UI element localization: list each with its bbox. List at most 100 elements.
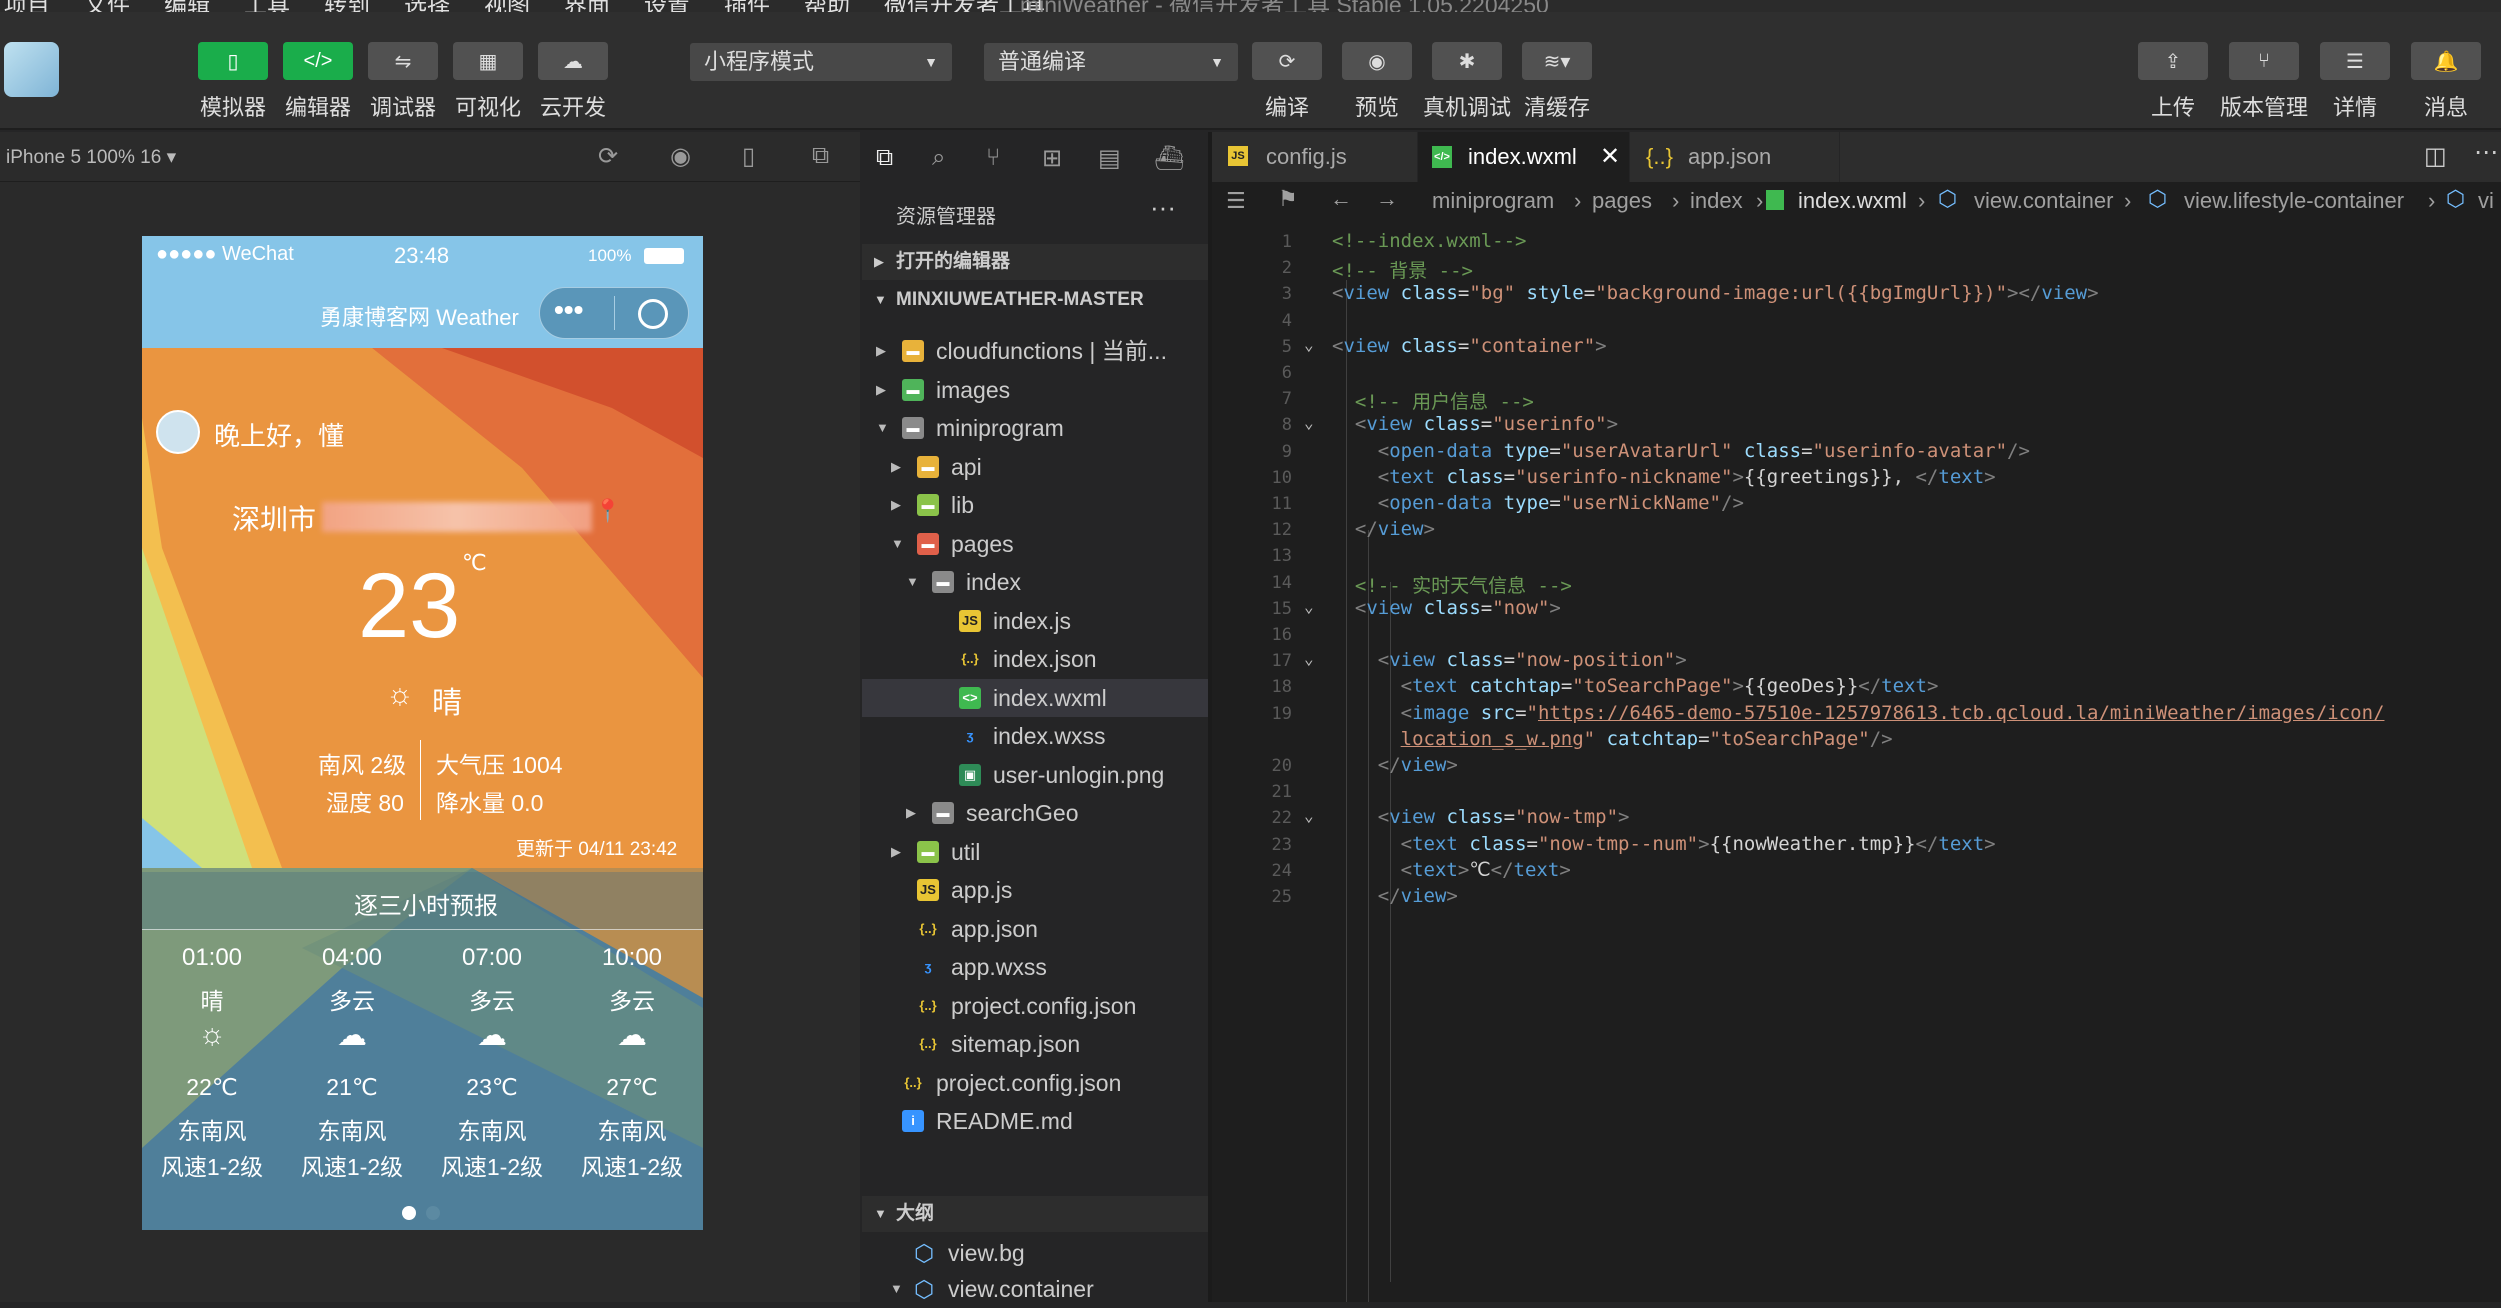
toolbar-phone-button[interactable]: ▯: [198, 42, 268, 80]
docker-icon[interactable]: ⛴: [1154, 144, 1184, 173]
phone-icon[interactable]: ▯: [742, 142, 755, 171]
tree-item[interactable]: <> index.wxml: [862, 678, 1212, 717]
bookmark-icon[interactable]: ⚑: [1278, 186, 1298, 212]
breadcrumb-item[interactable]: index: [1690, 188, 1743, 214]
tree-item[interactable]: ▶ ▬ api: [862, 448, 1212, 486]
menu-item[interactable]: 视图: [484, 0, 530, 12]
tree-item[interactable]: ʒ app.wxss: [862, 948, 1212, 986]
toolbar-layers-button[interactable]: ≋▾: [1522, 42, 1592, 80]
popout-icon[interactable]: ⧉: [812, 142, 829, 170]
outline-item[interactable]: ⬡ view.bg: [862, 1234, 1212, 1272]
files-icon[interactable]: ⧉: [876, 144, 893, 172]
tab-config-js[interactable]: JS config.js: [1212, 132, 1418, 182]
location-pin-icon[interactable]: 📍: [594, 498, 621, 524]
forecast-wind: 东南风: [317, 1118, 387, 1144]
toolbar-layout-button[interactable]: ▦: [453, 42, 523, 80]
page-dot-active[interactable]: [402, 1206, 416, 1220]
menu-item[interactable]: 帮助: [804, 0, 850, 12]
menu-item[interactable]: 转到: [324, 0, 370, 12]
capsule-menu[interactable]: •••: [539, 287, 689, 339]
close-miniprogram-icon[interactable]: [638, 299, 668, 329]
tree-item[interactable]: {..} app.json: [862, 910, 1212, 948]
tree-item[interactable]: ▼ ▬ index: [862, 563, 1212, 601]
menu-item[interactable]: 工具: [244, 0, 290, 12]
tree-item[interactable]: JS index.js: [862, 602, 1212, 640]
page-dot[interactable]: [426, 1206, 440, 1220]
tree-item[interactable]: {..} project.config.json: [862, 987, 1212, 1025]
tree-item[interactable]: ▣ user-unlogin.png: [862, 756, 1212, 794]
project-avatar[interactable]: [4, 42, 59, 97]
list-icon[interactable]: ☰: [1226, 188, 1246, 214]
split-editor-icon[interactable]: ◫: [2424, 142, 2447, 171]
fold-chevron-icon[interactable]: ⌄: [1304, 597, 1314, 616]
breadcrumb-item[interactable]: vi: [2478, 188, 2494, 214]
device-select[interactable]: iPhone 5 100% 16 ▾: [6, 146, 176, 169]
storage-icon[interactable]: ▤: [1098, 144, 1121, 173]
tree-item[interactable]: ▶ ▬ util: [862, 833, 1212, 871]
open-editors-header[interactable]: ▶ 打开的编辑器: [862, 244, 1212, 280]
back-icon[interactable]: ←: [1330, 186, 1352, 212]
fold-chevron-icon[interactable]: ⌄: [1304, 806, 1314, 825]
menu-item[interactable]: 文件: [84, 0, 130, 12]
compile-select[interactable]: 普通编译 ▼: [984, 43, 1238, 81]
breadcrumb-item[interactable]: index.wxml: [1798, 188, 1907, 214]
more-icon[interactable]: •••: [554, 294, 583, 326]
cube-icon: ⬡: [2446, 186, 2466, 211]
toolbar-cloud-button[interactable]: ☁: [538, 42, 608, 80]
outline-header[interactable]: ▼ 大纲: [862, 1196, 1212, 1232]
fold-chevron-icon[interactable]: ⌄: [1304, 649, 1314, 668]
tree-item[interactable]: {..} project.config.json: [862, 1064, 1212, 1102]
menu-item[interactable]: 编辑: [164, 0, 210, 12]
tab-app-json[interactable]: {..} app.json: [1630, 132, 1840, 182]
record-icon[interactable]: ◉: [670, 142, 691, 171]
fold-chevron-icon[interactable]: ⌄: [1304, 413, 1314, 432]
toolbar-eye-button[interactable]: ◉: [1342, 42, 1412, 80]
fold-chevron-icon[interactable]: ⌄: [1304, 335, 1314, 354]
more-actions-icon[interactable]: ⋯: [2474, 138, 2498, 167]
tree-item[interactable]: ▶ ▬ searchGeo: [862, 794, 1212, 832]
location-text[interactable]: 深圳市: [232, 498, 316, 538]
tree-item-label: lib: [951, 492, 975, 518]
more-actions-icon[interactable]: ···: [1150, 192, 1176, 223]
tree-item[interactable]: ▶ ▬ cloudfunctions | 当前...: [862, 332, 1212, 370]
source-control-icon[interactable]: ⑂: [986, 144, 1000, 172]
menu-item[interactable]: 界面: [564, 0, 610, 12]
breadcrumb-item[interactable]: miniprogram: [1432, 188, 1554, 214]
tree-item[interactable]: ▼ ▬ pages: [862, 525, 1212, 563]
breadcrumb-item[interactable]: pages: [1592, 188, 1652, 214]
explorer-panel: 资源管理器 ··· ▶ 打开的编辑器 ▼ MINXIUWEATHER-MASTE…: [862, 192, 1212, 1302]
extensions-icon[interactable]: ⊞: [1042, 144, 1062, 173]
menu-item[interactable]: 设置: [644, 0, 690, 12]
outline-item[interactable]: ▼ ⬡ view.container: [862, 1270, 1212, 1308]
rotate-icon[interactable]: ⟳: [598, 142, 618, 171]
menu-item[interactable]: 选择: [404, 0, 450, 12]
close-icon[interactable]: ✕: [1600, 132, 1620, 182]
line-number: 12: [1271, 520, 1292, 541]
breadcrumb-item[interactable]: view.lifestyle-container: [2184, 188, 2404, 214]
tree-item[interactable]: JS app.js: [862, 871, 1212, 909]
search-icon[interactable]: ⌕: [932, 144, 945, 172]
mode-select[interactable]: 小程序模式 ▼: [690, 43, 952, 81]
toolbar-debug-button[interactable]: ⇋: [368, 42, 438, 80]
menu-item[interactable]: 项目: [4, 0, 50, 12]
tree-item[interactable]: ▶ ▬ images: [862, 371, 1212, 409]
root-folder-header[interactable]: ▼ MINXIUWEATHER-MASTER: [862, 282, 1212, 318]
tree-item[interactable]: i README.md: [862, 1102, 1212, 1140]
toolbar-code-button[interactable]: </>: [283, 42, 353, 80]
tree-item[interactable]: ▶ ▬ lib: [862, 486, 1212, 524]
code-editor[interactable]: 1 <!--index.wxml--> 2 <!-- 背景 --> 3 <view cla…: [1212, 222, 2501, 1302]
toolbar-branch-button[interactable]: ⑂: [2229, 42, 2299, 80]
menu-item[interactable]: 插件: [724, 0, 770, 12]
tree-item[interactable]: ▼ ▬ miniprogram: [862, 409, 1212, 447]
toolbar-refresh-button[interactable]: ⟳: [1252, 42, 1322, 80]
forward-icon[interactable]: →: [1376, 186, 1398, 212]
tree-item[interactable]: {..} index.json: [862, 640, 1212, 678]
toolbar-menu-button[interactable]: ☰: [2320, 42, 2390, 80]
toolbar-upload-button[interactable]: ⇪: [2138, 42, 2208, 80]
toolbar-bug-button[interactable]: ✱: [1432, 42, 1502, 80]
tree-item[interactable]: {..} sitemap.json: [862, 1025, 1212, 1063]
breadcrumb-item[interactable]: view.container: [1974, 188, 2113, 214]
tab-index-wxml[interactable]: </> index.wxml ✕: [1418, 132, 1630, 182]
toolbar-bell-button[interactable]: 🔔: [2411, 42, 2481, 80]
tree-item[interactable]: ʒ index.wxss: [862, 717, 1212, 755]
